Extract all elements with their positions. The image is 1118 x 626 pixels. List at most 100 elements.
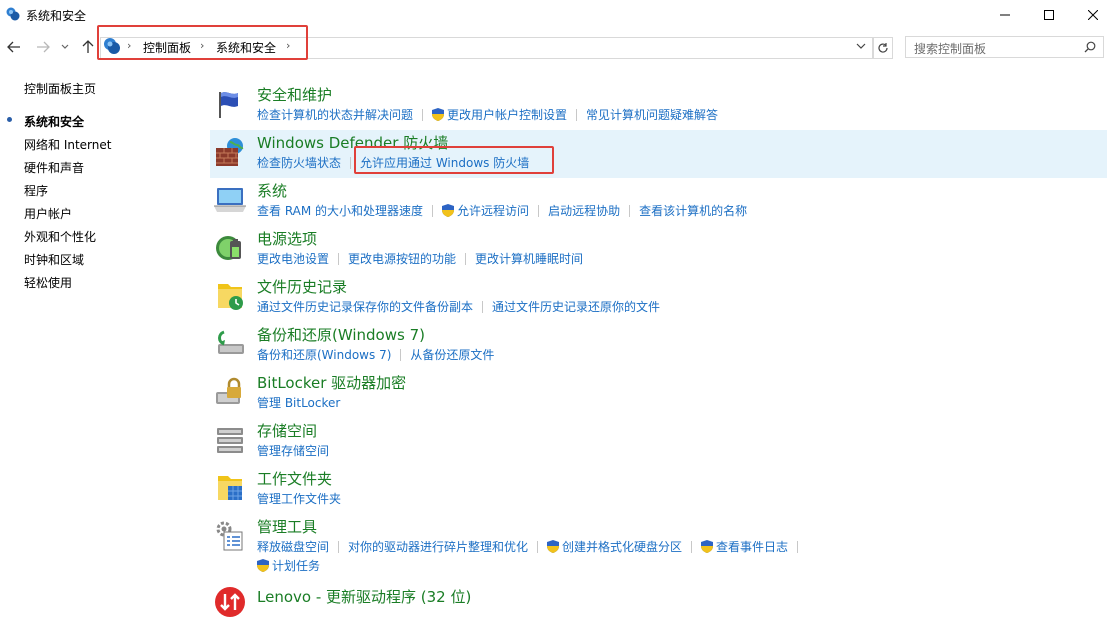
category-work-folders: 工作文件夹 管理工作文件夹: [210, 466, 1107, 514]
sidebar-item-appearance[interactable]: 外观和个性化: [24, 228, 96, 245]
uac-shield-icon: [432, 108, 445, 121]
sidebar-item-hardware-sound[interactable]: 硬件和声音: [24, 159, 84, 176]
link-divider: [576, 108, 578, 121]
link-divider: [338, 540, 340, 553]
maximize-button[interactable]: [1026, 0, 1072, 30]
link-divider: [465, 252, 467, 265]
sidebar-item-ease-of-access[interactable]: 轻松使用: [24, 274, 72, 291]
category-title[interactable]: 工作文件夹: [257, 468, 332, 489]
window-title: 系统和安全: [26, 9, 87, 23]
search-input[interactable]: 搜索控制面板: [914, 40, 986, 57]
category-system: 系统 查看 RAM 的大小和处理器速度 允许远程访问 启动远程协助 查看该计算机…: [210, 178, 1107, 226]
category-power: 电源选项 更改电池设置 更改电源按钮的功能 更改计算机睡眠时间: [210, 226, 1107, 274]
link-restore-from-backup[interactable]: 从备份还原文件: [410, 346, 494, 363]
battery-icon: [216, 236, 241, 260]
storage-icon: [217, 428, 243, 453]
chevron-down-icon: [61, 44, 69, 49]
sidebar-item-system-security: 系统和安全: [24, 115, 85, 129]
uac-shield-icon: [257, 559, 269, 572]
address-dropdown-icon[interactable]: [856, 43, 866, 49]
up-button[interactable]: [79, 38, 97, 56]
category-firewall: Windows Defender 防火墙 检查防火墙状态 允许应用通过 Wind…: [210, 130, 1107, 178]
link-check-firewall[interactable]: 检查防火墙状态: [257, 154, 341, 171]
link-divider: [432, 204, 434, 217]
recent-locations-button[interactable]: [58, 38, 72, 56]
link-allow-remote-access[interactable]: 允许远程访问: [457, 202, 529, 219]
close-icon: [1088, 10, 1098, 20]
link-view-ram-cpu[interactable]: 查看 RAM 的大小和处理器速度: [257, 202, 423, 219]
uac-shield-icon: [547, 540, 560, 553]
category-lenovo-update: Lenovo - 更新驱动程序 (32 位): [210, 584, 1107, 624]
category-title[interactable]: 备份和还原(Windows 7): [257, 324, 425, 345]
link-divider: [629, 204, 631, 217]
back-button[interactable]: [5, 38, 23, 56]
link-divider: [482, 300, 484, 313]
firewall-icon: [216, 138, 244, 166]
link-manage-bitlocker[interactable]: 管理 BitLocker: [257, 394, 340, 411]
category-bitlocker: BitLocker 驱动器加密 管理 BitLocker: [210, 370, 1107, 418]
link-defragment[interactable]: 对你的驱动器进行碎片整理和优化: [348, 538, 528, 555]
category-title[interactable]: 存储空间: [257, 420, 317, 441]
category-title[interactable]: 管理工具: [257, 516, 317, 537]
link-divider: [422, 108, 424, 121]
link-remote-assistance[interactable]: 启动远程协助: [548, 202, 620, 219]
link-sleep-time[interactable]: 更改计算机睡眠时间: [475, 250, 583, 267]
category-storage-spaces: 存储空间 管理存储空间: [210, 418, 1107, 466]
link-battery-settings[interactable]: 更改电池设置: [257, 250, 329, 267]
admin-tools-icon: [216, 521, 243, 551]
file-history-icon: [218, 284, 243, 310]
category-admin-tools: 管理工具 释放磁盘空间 对你的驱动器进行碎片整理和优化 创建并格式化硬盘分区 查…: [210, 514, 1107, 576]
link-free-disk-space[interactable]: 释放磁盘空间: [257, 538, 329, 555]
minimize-button[interactable]: [982, 0, 1028, 30]
category-security-maintenance: 安全和维护 检查计算机的状态并解决问题 更改用户帐户控制设置 常见计算机问题疑难…: [210, 82, 1107, 130]
maximize-icon: [1044, 10, 1054, 20]
arrow-up-icon: [82, 40, 94, 53]
link-divider: [537, 540, 539, 553]
link-divider: [797, 540, 799, 553]
sidebar-item-control-panel-home[interactable]: 控制面板主页: [24, 80, 96, 97]
sidebar-item-programs[interactable]: 程序: [24, 182, 48, 199]
category-title[interactable]: 电源选项: [257, 228, 317, 249]
sidebar-item-network-internet[interactable]: 网络和 Internet: [24, 136, 111, 153]
lenovo-update-icon: [215, 587, 245, 617]
search-box[interactable]: 搜索控制面板: [905, 36, 1104, 58]
category-title[interactable]: BitLocker 驱动器加密: [257, 372, 406, 393]
link-computer-name[interactable]: 查看该计算机的名称: [639, 202, 747, 219]
link-manage-work-folders[interactable]: 管理工作文件夹: [257, 490, 341, 507]
link-manage-storage[interactable]: 管理存储空间: [257, 442, 329, 459]
category-title[interactable]: 安全和维护: [257, 84, 332, 105]
link-save-backup[interactable]: 通过文件历史记录保存你的文件备份副本: [257, 298, 473, 315]
address-highlight-box: [97, 25, 308, 60]
category-title[interactable]: Lenovo - 更新驱动程序 (32 位): [257, 586, 471, 607]
link-divider: [691, 540, 693, 553]
work-folders-icon: [218, 476, 242, 500]
link-check-status[interactable]: 检查计算机的状态并解决问题: [257, 106, 413, 123]
backup-icon: [218, 330, 244, 354]
link-divider: [350, 156, 352, 169]
sidebar-item-clock-region[interactable]: 时钟和区域: [24, 251, 84, 268]
category-title[interactable]: 文件历史记录: [257, 276, 347, 297]
link-schedule-tasks[interactable]: 计划任务: [272, 557, 320, 574]
category-title[interactable]: 系统: [257, 180, 287, 201]
computer-icon: [214, 188, 246, 212]
search-icon[interactable]: [1084, 41, 1096, 53]
close-button[interactable]: [1070, 0, 1116, 30]
uac-shield-icon: [442, 204, 455, 217]
link-divider: [338, 252, 340, 265]
link-restore-files[interactable]: 通过文件历史记录还原你的文件: [492, 298, 660, 315]
link-power-button[interactable]: 更改电源按钮的功能: [348, 250, 456, 267]
control-panel-icon: [6, 7, 20, 21]
link-event-logs[interactable]: 查看事件日志: [716, 538, 788, 555]
sidebar-item-user-accounts[interactable]: 用户帐户: [24, 205, 72, 222]
arrow-left-icon: [7, 41, 20, 53]
uac-shield-icon: [701, 540, 714, 553]
category-backup-restore: 备份和还原(Windows 7) 备份和还原(Windows 7) 从备份还原文…: [210, 322, 1107, 370]
link-create-partition[interactable]: 创建并格式化硬盘分区: [562, 538, 682, 555]
arrow-right-icon: [37, 41, 50, 53]
refresh-button[interactable]: [873, 37, 893, 59]
forward-button[interactable]: [34, 38, 52, 56]
link-troubleshoot[interactable]: 常见计算机问题疑难解答: [586, 106, 718, 123]
link-backup-restore[interactable]: 备份和还原(Windows 7): [257, 346, 391, 363]
link-uac-settings[interactable]: 更改用户帐户控制设置: [447, 106, 567, 123]
flag-icon: [219, 92, 238, 118]
